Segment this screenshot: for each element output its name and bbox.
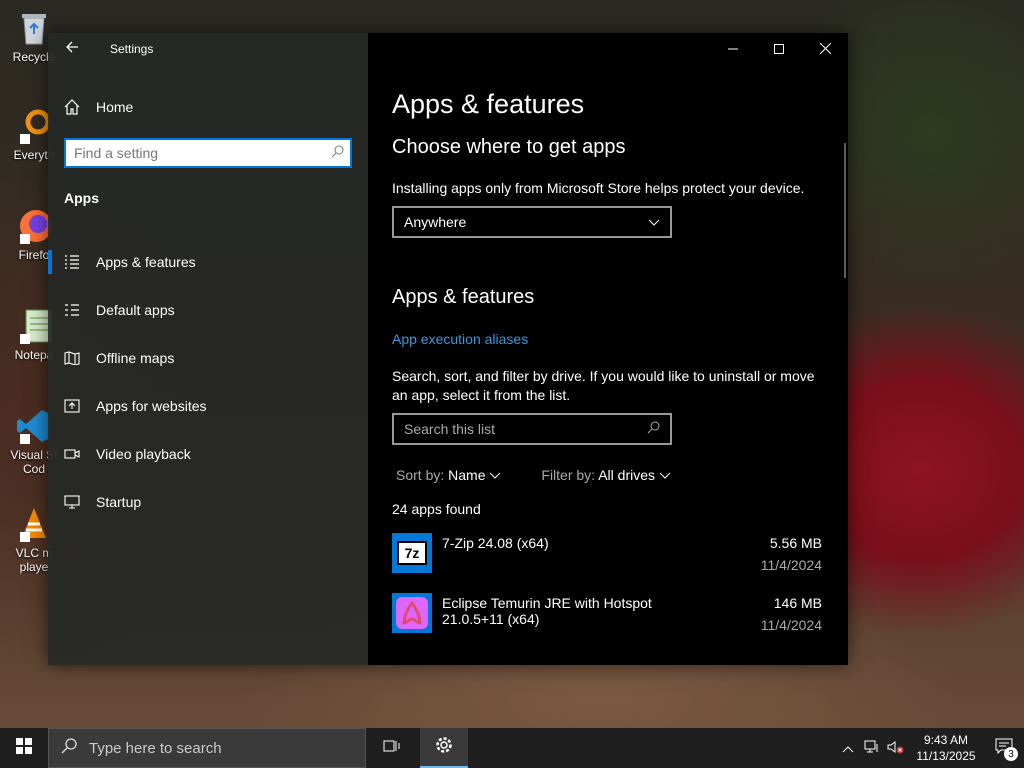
app-size: 146 MB xyxy=(773,595,822,611)
sidebar-item-label: Video playback xyxy=(96,446,191,462)
sidebar-item-video-playback[interactable]: Video playback xyxy=(48,430,368,478)
taskbar-settings-app[interactable] xyxy=(420,728,468,768)
sidebar-item-label: Startup xyxy=(96,494,142,510)
filter-value: All drives xyxy=(598,467,655,483)
sidebar-item-apps-features[interactable]: Apps & features xyxy=(48,238,368,286)
clock[interactable]: 9:43 AM 11/13/2025 xyxy=(908,732,984,764)
chevron-down-icon xyxy=(489,467,501,483)
chevron-down-icon xyxy=(648,214,660,230)
app-meta: 146 MB 11/4/2024 xyxy=(702,593,822,637)
app-name: Eclipse Temurin JRE with Hotspot 21.0.5+… xyxy=(442,595,652,627)
search-icon xyxy=(49,737,89,759)
task-view-icon xyxy=(383,738,401,759)
list-item[interactable]: Eclipse Temurin JRE with Hotspot 21.0.5+… xyxy=(392,593,822,637)
sidebar-item-home[interactable]: Home xyxy=(48,91,368,123)
sidebar-item-label: Apps & features xyxy=(96,254,196,270)
search-list-placeholder: Search this list xyxy=(404,421,496,437)
sort-by-dropdown[interactable]: Sort by: Name xyxy=(396,467,501,483)
scrollbar[interactable] xyxy=(844,143,846,278)
list-item[interactable]: 7z 7-Zip 24.08 (x64) 5.56 MB 11/4/2024 xyxy=(392,533,822,577)
chevron-up-icon[interactable] xyxy=(836,740,860,756)
content-area: Apps & features Choose where to get apps… xyxy=(392,89,822,637)
gear-icon xyxy=(434,735,454,760)
settings-content: Apps & features Choose where to get apps… xyxy=(368,33,848,665)
window-controls xyxy=(710,33,848,65)
apps-count: 24 apps found xyxy=(392,501,481,517)
apps-for-websites-icon xyxy=(48,399,96,413)
window-title: Settings xyxy=(110,42,154,56)
clock-time: 9:43 AM xyxy=(923,733,969,747)
taskbar-search-placeholder: Type here to search xyxy=(89,739,222,757)
sidebar-item-label: Default apps xyxy=(96,302,175,318)
apps-heading: Apps & features xyxy=(392,286,535,308)
close-icon xyxy=(819,41,831,57)
default-apps-icon xyxy=(48,303,96,317)
task-view-button[interactable] xyxy=(368,728,416,768)
chevron-down-icon xyxy=(659,467,671,483)
sort-label: Sort by: xyxy=(396,467,445,483)
maximize-button[interactable] xyxy=(756,33,802,65)
app-size: 5.56 MB xyxy=(769,535,822,551)
sidebar-nav: Apps & features Default apps Offline map… xyxy=(48,238,368,526)
start-button[interactable] xyxy=(0,728,48,768)
sidebar-item-offline-maps[interactable]: Offline maps xyxy=(48,334,368,382)
action-center-button[interactable]: 3 xyxy=(984,728,1024,768)
search-list-input[interactable]: Search this list xyxy=(392,413,672,445)
find-setting-input[interactable] xyxy=(66,145,324,161)
offline-maps-icon xyxy=(48,351,96,365)
sidebar-item-apps-for-websites[interactable]: Apps for websites xyxy=(48,382,368,430)
back-button[interactable] xyxy=(48,33,96,65)
search-description: Search, sort, and filter by drive. If yo… xyxy=(392,368,815,403)
app-name: 7-Zip 24.08 (x64) xyxy=(442,535,549,551)
minimize-icon xyxy=(728,41,738,57)
search-icon xyxy=(647,421,660,437)
sidebar-item-default-apps[interactable]: Default apps xyxy=(48,286,368,334)
temurin-icon xyxy=(392,593,432,633)
find-setting-box[interactable] xyxy=(64,138,352,168)
dropdown-value: Anywhere xyxy=(404,214,467,230)
search-icon xyxy=(324,145,350,161)
video-playback-icon xyxy=(48,447,96,461)
7zip-icon: 7z xyxy=(392,533,432,573)
maximize-icon xyxy=(774,41,784,57)
7zip-icon-text: 7z xyxy=(404,545,420,561)
apps-features-icon xyxy=(48,255,96,269)
sidebar-item-label: Apps for websites xyxy=(96,398,207,414)
sort-value: Name xyxy=(448,467,486,483)
home-label: Home xyxy=(96,99,134,115)
page-title: Apps & features xyxy=(392,89,585,119)
home-icon xyxy=(48,99,96,115)
app-date: 11/4/2024 xyxy=(760,617,822,633)
section-heading: Apps xyxy=(64,190,99,206)
taskbar: Type here to search 9:43 AM 11/13/2025 3 xyxy=(0,728,1024,768)
app-execution-aliases-link[interactable]: App execution aliases xyxy=(392,331,528,347)
settings-window: Settings Home Apps Apps & features xyxy=(48,33,848,665)
filter-label: Filter by: xyxy=(541,467,596,483)
minimize-button[interactable] xyxy=(710,33,756,65)
filter-by-dropdown[interactable]: Filter by: All drives xyxy=(541,467,671,483)
system-tray: 9:43 AM 11/13/2025 3 xyxy=(836,728,1024,768)
title-bar: Settings xyxy=(48,33,368,65)
windows-logo-icon xyxy=(16,737,32,759)
back-arrow-icon xyxy=(65,40,79,59)
notification-count-badge: 3 xyxy=(1004,747,1018,761)
sort-filter-row: Sort by: Name Filter by: All drives xyxy=(392,467,822,483)
choose-heading: Choose where to get apps xyxy=(392,136,626,158)
close-button[interactable] xyxy=(802,33,848,65)
choose-description: Installing apps only from Microsoft Stor… xyxy=(392,180,805,196)
network-icon[interactable] xyxy=(860,740,884,757)
settings-sidebar: Settings Home Apps Apps & features xyxy=(48,33,368,665)
app-meta: 5.56 MB 11/4/2024 xyxy=(702,533,822,577)
clock-date: 11/13/2025 xyxy=(916,749,976,763)
startup-icon xyxy=(48,495,96,509)
app-source-dropdown[interactable]: Anywhere xyxy=(392,206,672,238)
sidebar-item-startup[interactable]: Startup xyxy=(48,478,368,526)
app-date: 11/4/2024 xyxy=(760,557,822,573)
volume-muted-icon[interactable] xyxy=(884,740,908,757)
sidebar-item-label: Offline maps xyxy=(96,350,175,366)
taskbar-search-box[interactable]: Type here to search xyxy=(48,728,366,768)
